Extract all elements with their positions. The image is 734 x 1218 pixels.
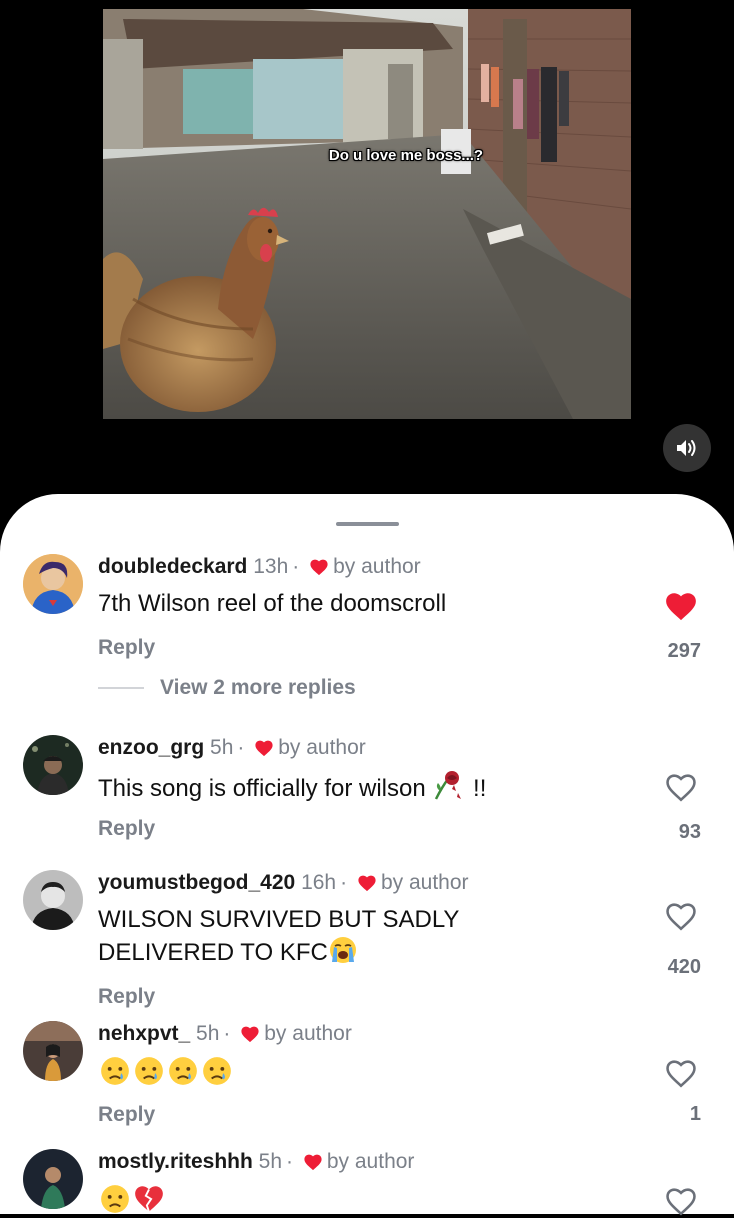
- replies-divider-line: [98, 687, 144, 690]
- comment-meta: mostly.riteshhh 5h · by author: [98, 1149, 414, 1175]
- crying-face-emoji: [203, 1057, 231, 1085]
- crying-face-emoji: [169, 1057, 197, 1085]
- by-author-label: by author: [278, 736, 366, 759]
- avatar[interactable]: [23, 554, 83, 614]
- comment-text: This song is officially for wilson !!: [98, 769, 486, 804]
- comment-text: 7th Wilson reel of the doomscroll: [98, 590, 447, 617]
- comment-text: [98, 1183, 166, 1218]
- timestamp: 16h: [301, 871, 337, 894]
- by-author-label: by author: [380, 871, 469, 894]
- timestamp: 5h: [258, 1150, 283, 1173]
- separator-dot: ·: [237, 736, 245, 759]
- liked-by-author-heart-icon: [358, 875, 376, 892]
- username[interactable]: enzoo_grg: [98, 736, 204, 759]
- timestamp: 13h: [253, 555, 289, 578]
- separator-dot: ·: [223, 1022, 231, 1045]
- separator-dot: ·: [340, 871, 348, 894]
- loudly-crying-emoji: [329, 937, 356, 963]
- liked-by-author-heart-icon: [241, 1026, 259, 1043]
- avatar[interactable]: [23, 870, 83, 930]
- like-heart-icon[interactable]: [664, 771, 698, 803]
- video-player[interactable]: Do u love me boss...?: [0, 0, 734, 520]
- comment-meta: nehxpvt_ 5h · by author: [98, 1021, 352, 1047]
- comments-sheet: doubledeckard 13h · by author 7th Wilson …: [0, 494, 734, 1217]
- separator-dot: ·: [292, 555, 300, 578]
- separator-dot: ·: [286, 1150, 294, 1173]
- like-heart-icon[interactable]: [664, 900, 698, 932]
- liked-by-author-heart-icon: [255, 740, 273, 757]
- video-scene-image: [103, 9, 631, 419]
- by-author-label: by author: [326, 1150, 415, 1173]
- timestamp: 5h: [196, 1022, 220, 1045]
- sheet-drag-handle[interactable]: [336, 522, 399, 526]
- timestamp: 5h: [210, 736, 234, 759]
- reply-button[interactable]: Reply: [98, 985, 155, 1009]
- like-heart-icon[interactable]: [664, 1185, 698, 1217]
- comment-text-line: WILSON SURVIVED BUT SADLY: [98, 906, 460, 933]
- comment-meta: enzoo_grg 5h · by author: [98, 735, 366, 761]
- username[interactable]: doubledeckard: [98, 555, 247, 578]
- video-caption: Do u love me boss...?: [328, 147, 484, 164]
- avatar[interactable]: [23, 1149, 83, 1209]
- comment-text: WILSON SURVIVED BUT SADLY DELIVERED TO K…: [98, 904, 459, 968]
- reply-button[interactable]: Reply: [98, 1103, 155, 1127]
- crying-face-emoji: [135, 1057, 163, 1085]
- view-more-replies-label: View 2 more replies: [160, 676, 356, 699]
- like-heart-icon[interactable]: [664, 590, 698, 622]
- username[interactable]: mostly.riteshhh: [98, 1150, 253, 1173]
- like-count: 93: [678, 821, 701, 843]
- like-count: 420: [667, 956, 701, 978]
- comment-text-body: This song is officially for wilson: [98, 775, 426, 802]
- crying-face-emoji: [101, 1057, 129, 1085]
- reply-button[interactable]: Reply: [98, 817, 155, 841]
- comment-meta: youmustbegod_420 16h · by author: [98, 870, 469, 896]
- by-author-label: by author: [333, 555, 421, 578]
- liked-by-author-heart-icon: [310, 559, 328, 576]
- avatar[interactable]: [23, 735, 83, 795]
- username[interactable]: nehxpvt_: [98, 1022, 190, 1045]
- like-heart-icon[interactable]: [664, 1057, 698, 1089]
- crying-face-emoji: [101, 1185, 129, 1213]
- broken-heart-emoji: [135, 1186, 163, 1213]
- like-count: 297: [667, 640, 701, 662]
- comment-text-line: DELIVERED TO KFC: [98, 939, 328, 966]
- comment-meta: doubledeckard 13h · by author: [98, 554, 421, 580]
- comment-text-line-wrap: DELIVERED TO KFC: [98, 935, 459, 968]
- avatar[interactable]: [23, 1021, 83, 1081]
- liked-by-author-heart-icon: [304, 1154, 322, 1171]
- comment-text: [98, 1055, 234, 1090]
- by-author-label: by author: [264, 1022, 352, 1045]
- like-count: 1: [689, 1103, 701, 1125]
- sound-toggle-button[interactable]: [663, 424, 711, 472]
- comment-text-suffix: !!: [473, 775, 487, 802]
- wilted-rose-emoji: [435, 771, 462, 800]
- view-more-replies-button[interactable]: View 2 more replies: [98, 676, 356, 700]
- username[interactable]: youmustbegod_420: [98, 871, 295, 894]
- reply-button[interactable]: Reply: [98, 636, 155, 660]
- video-frame[interactable]: Do u love me boss...?: [103, 9, 631, 419]
- speaker-volume-icon: [677, 440, 696, 456]
